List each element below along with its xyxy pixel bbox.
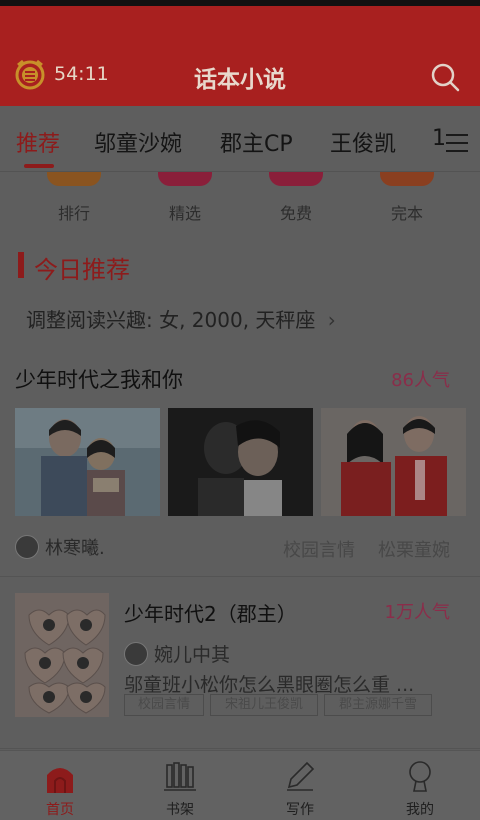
avatar bbox=[124, 641, 148, 666]
divider bbox=[0, 748, 480, 749]
chevron-right-icon: › bbox=[327, 308, 336, 332]
author-info[interactable]: 婉儿中其 bbox=[124, 640, 230, 667]
popularity-count: 86人气 bbox=[391, 370, 450, 391]
divider bbox=[0, 576, 480, 577]
ranking-icon[interactable] bbox=[47, 172, 101, 186]
section-marker bbox=[18, 252, 24, 278]
book-image[interactable] bbox=[15, 408, 160, 516]
app-title: 话本小说 bbox=[194, 67, 286, 93]
avatar bbox=[15, 535, 39, 559]
app-header: 54:11 话本小说 bbox=[0, 6, 480, 106]
popularity-count: 1万人气 bbox=[384, 602, 450, 623]
profile-icon bbox=[409, 761, 431, 792]
nav-label: 首页 bbox=[46, 802, 74, 818]
book-title[interactable]: 少年时代2（郡主） bbox=[124, 598, 297, 627]
tag[interactable]: 松栗童婉 bbox=[378, 536, 450, 562]
pen-icon bbox=[287, 761, 315, 791]
bookshelf-icon bbox=[164, 762, 196, 791]
author-name: 婉儿中其 bbox=[154, 644, 231, 666]
book-title[interactable]: 少年时代之我和你 bbox=[15, 364, 183, 394]
tag-chip[interactable]: 校园言情 bbox=[124, 694, 204, 716]
book-image[interactable] bbox=[168, 408, 313, 516]
channel-tabs: 推荐 邬童沙婉 郡主CP 王俊凯 1 bbox=[0, 106, 480, 172]
nav-profile[interactable]: 我的 bbox=[360, 751, 480, 820]
category-ranking[interactable]: 排行 bbox=[34, 200, 114, 224]
active-tab-indicator bbox=[24, 164, 54, 168]
category-featured[interactable]: 精选 bbox=[145, 200, 225, 224]
completed-icon[interactable] bbox=[380, 172, 434, 186]
author-info[interactable]: 林寒曦. bbox=[15, 534, 105, 560]
nav-label: 写作 bbox=[286, 802, 314, 818]
interest-text: 调整阅读兴趣: 女, 2000, 天秤座 bbox=[26, 308, 316, 332]
menu-icon[interactable] bbox=[444, 132, 470, 154]
free-icon[interactable] bbox=[269, 172, 323, 186]
bottom-navigation: 首页 书架 写作 我的 bbox=[0, 750, 480, 820]
tag-chip[interactable]: 宋祖儿王俊凯 bbox=[210, 694, 318, 716]
nav-write[interactable]: 写作 bbox=[240, 751, 360, 820]
feed-content: 排行 精选 免费 完本 今日推荐 调整阅读兴趣: 女, 2000, 天秤座 › … bbox=[0, 172, 480, 750]
featured-icon[interactable] bbox=[158, 172, 212, 186]
tab-wang-junkai[interactable]: 王俊凯 bbox=[330, 126, 396, 158]
nav-label: 我的 bbox=[406, 802, 434, 818]
book-description[interactable]: 邬童班小松你怎么黑眼圈怎么重 ... bbox=[124, 670, 454, 697]
book-cover[interactable] bbox=[15, 593, 109, 717]
nav-home[interactable]: 首页 bbox=[0, 751, 120, 820]
section-title: 今日推荐 bbox=[34, 256, 130, 284]
tag[interactable]: 校园言情 bbox=[283, 536, 355, 562]
category-free[interactable]: 免费 bbox=[256, 200, 336, 224]
home-icon bbox=[47, 768, 73, 793]
book-image[interactable] bbox=[321, 408, 466, 516]
tab-junzhu-cp[interactable]: 郡主CP bbox=[220, 126, 293, 158]
nav-label: 书架 bbox=[166, 802, 194, 818]
nav-bookshelf[interactable]: 书架 bbox=[120, 751, 240, 820]
tag-chip[interactable]: 郡主源娜千雪 bbox=[324, 694, 432, 716]
tab-recommend[interactable]: 推荐 bbox=[16, 126, 60, 158]
adjust-interest-link[interactable]: 调整阅读兴趣: 女, 2000, 天秤座 › bbox=[26, 304, 336, 333]
tab-wutong-shawan[interactable]: 邬童沙婉 bbox=[94, 126, 182, 158]
author-name: 林寒曦. bbox=[45, 538, 105, 559]
search-icon[interactable] bbox=[430, 62, 460, 92]
category-completed[interactable]: 完本 bbox=[367, 200, 447, 224]
